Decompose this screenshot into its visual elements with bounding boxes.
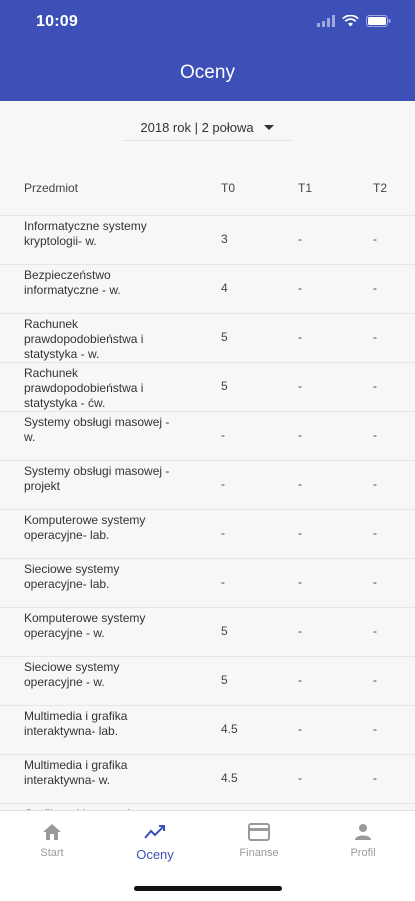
subject-name: Bezpieczeństwo informatyczne - w. <box>24 268 121 297</box>
table-row: Multimedia i grafika interaktywna- w. 4.5… <box>0 755 415 804</box>
grade-t1: - <box>298 624 302 638</box>
grade-t2: - <box>373 477 377 491</box>
subject-name: Sieciowe systemy operacyjne - w. <box>24 660 120 689</box>
grade-t1: - <box>298 428 302 442</box>
grade-t2: - <box>373 771 377 785</box>
grade-t1: - <box>298 232 302 246</box>
status-bar: 10:09 <box>0 0 415 44</box>
grade-t0: - <box>221 526 225 540</box>
table-row: Multimedia i grafika interaktywna- lab. 4… <box>0 706 415 755</box>
caret-down-icon <box>263 124 274 130</box>
grade-t0: 5 <box>221 673 228 687</box>
table-row: Systemy obsługi masowej - w. - - - <box>0 412 415 461</box>
subject-name: Rachunek prawdopodobieństwa i statystyka… <box>24 317 144 361</box>
semester-dropdown[interactable]: 2018 rok | 2 połowa <box>122 114 292 141</box>
person-icon <box>323 821 403 843</box>
tab-profil[interactable]: Profil <box>323 821 403 859</box>
grade-t2: - <box>373 232 377 246</box>
table-row: Informatyczne systemy kryptologii- w. 3 - - <box>0 216 415 265</box>
grade-t2: - <box>373 330 377 344</box>
subject-name: Sieciowe systemy operacyjne- lab. <box>24 562 120 591</box>
subject-name: Systemy obsługi masowej - w. <box>24 415 170 444</box>
table-row: Rachunek prawdopodobieństwa i statystyka… <box>0 314 415 363</box>
grade-t1: - <box>298 281 302 295</box>
table-row: Systemy obsługi masowej - projekt - - - <box>0 461 415 510</box>
table-row: Komputerowe systemy operacyjne - w. 5 - - <box>0 608 415 657</box>
grade-t1: - <box>298 575 302 589</box>
grade-t0: - <box>221 428 225 442</box>
wifi-icon <box>342 14 359 32</box>
grade-t0: - <box>221 477 225 491</box>
grade-t2: - <box>373 281 377 295</box>
subject-name: Systemy obsługi masowej - projekt <box>24 464 170 493</box>
grade-t1: - <box>298 771 302 785</box>
grade-t1: - <box>298 722 302 736</box>
tab-oceny[interactable]: Oceny <box>115 821 195 862</box>
home-icon <box>12 821 92 843</box>
table-row: Komputerowe systemy operacyjne- lab. - - - <box>0 510 415 559</box>
grade-t2: - <box>373 722 377 736</box>
tab-finanse[interactable]: Finanse <box>219 821 299 859</box>
column-header-t2: T2 <box>373 181 388 195</box>
column-header-t1: T1 <box>298 181 313 195</box>
column-header-t0: T0 <box>221 181 236 195</box>
credit-card-icon <box>219 821 299 843</box>
grade-t2: - <box>373 575 377 589</box>
tab-finanse-label: Finanse <box>239 847 279 859</box>
grade-t0: 4 <box>221 281 228 295</box>
subject-name: Rachunek prawdopodobieństwa i statystyka… <box>24 366 144 410</box>
app-bar: 10:09 Oceny <box>0 0 415 101</box>
grade-t2: - <box>373 673 377 687</box>
column-header-subject: Przedmiot <box>24 181 79 195</box>
status-icons <box>317 14 391 32</box>
grade-t0: 4.5 <box>221 771 238 785</box>
grade-t1: - <box>298 477 302 491</box>
grade-t0: 5 <box>221 330 228 344</box>
status-time: 10:09 <box>36 13 78 30</box>
semester-value: 2018 rok | 2 połowa <box>140 119 254 135</box>
tab-oceny-label: Oceny <box>136 847 174 862</box>
grade-t0: 5 <box>221 624 228 638</box>
subject-name: Komputerowe systemy operacyjne- lab. <box>24 513 146 542</box>
grade-t2: - <box>373 379 377 393</box>
battery-icon <box>366 14 391 32</box>
table-row: Rachunek prawdopodobieństwa i statystyka… <box>0 363 415 412</box>
grade-t1: - <box>298 673 302 687</box>
tab-profil-label: Profil <box>350 847 376 859</box>
tab-start-label: Start <box>40 847 64 859</box>
table-row: Bezpieczeństwo informatyczne - w. 4 - - <box>0 265 415 314</box>
grade-t0: - <box>221 575 225 589</box>
grade-t2: - <box>373 428 377 442</box>
table-body: Informatyczne systemy kryptologii- w. 3 - -… <box>0 216 415 810</box>
subject-name: Informatyczne systemy kryptologii- w. <box>24 219 147 248</box>
grade-t0: 4.5 <box>221 722 238 736</box>
subject-name: Komputerowe systemy operacyjne - w. <box>24 611 146 640</box>
grade-t0: 5 <box>221 379 228 393</box>
signal-icon <box>317 14 335 32</box>
grade-t1: - <box>298 330 302 344</box>
grade-t0: 3 <box>221 232 228 246</box>
grade-t1: - <box>298 379 302 393</box>
table-header: Przedmiot T0 T1 T2 <box>0 160 415 216</box>
tab-start[interactable]: Start <box>12 821 92 859</box>
subject-name: Multimedia i grafika interaktywna- w. <box>24 758 128 787</box>
chart-line-icon <box>115 821 195 843</box>
table-row: Sieciowe systemy operacyjne- lab. - - - <box>0 559 415 608</box>
subject-name: Multimedia i grafika interaktywna- lab. <box>24 709 128 738</box>
page-title: Oceny <box>180 62 235 83</box>
grade-t1: - <box>298 526 302 540</box>
home-indicator <box>134 886 282 891</box>
table-row: Sieciowe systemy operacyjne - w. 5 - - <box>0 657 415 706</box>
grades-table: Przedmiot T0 T1 T2 Informatyczne systemy… <box>0 160 415 810</box>
grade-t2: - <box>373 624 377 638</box>
grade-t2: - <box>373 526 377 540</box>
